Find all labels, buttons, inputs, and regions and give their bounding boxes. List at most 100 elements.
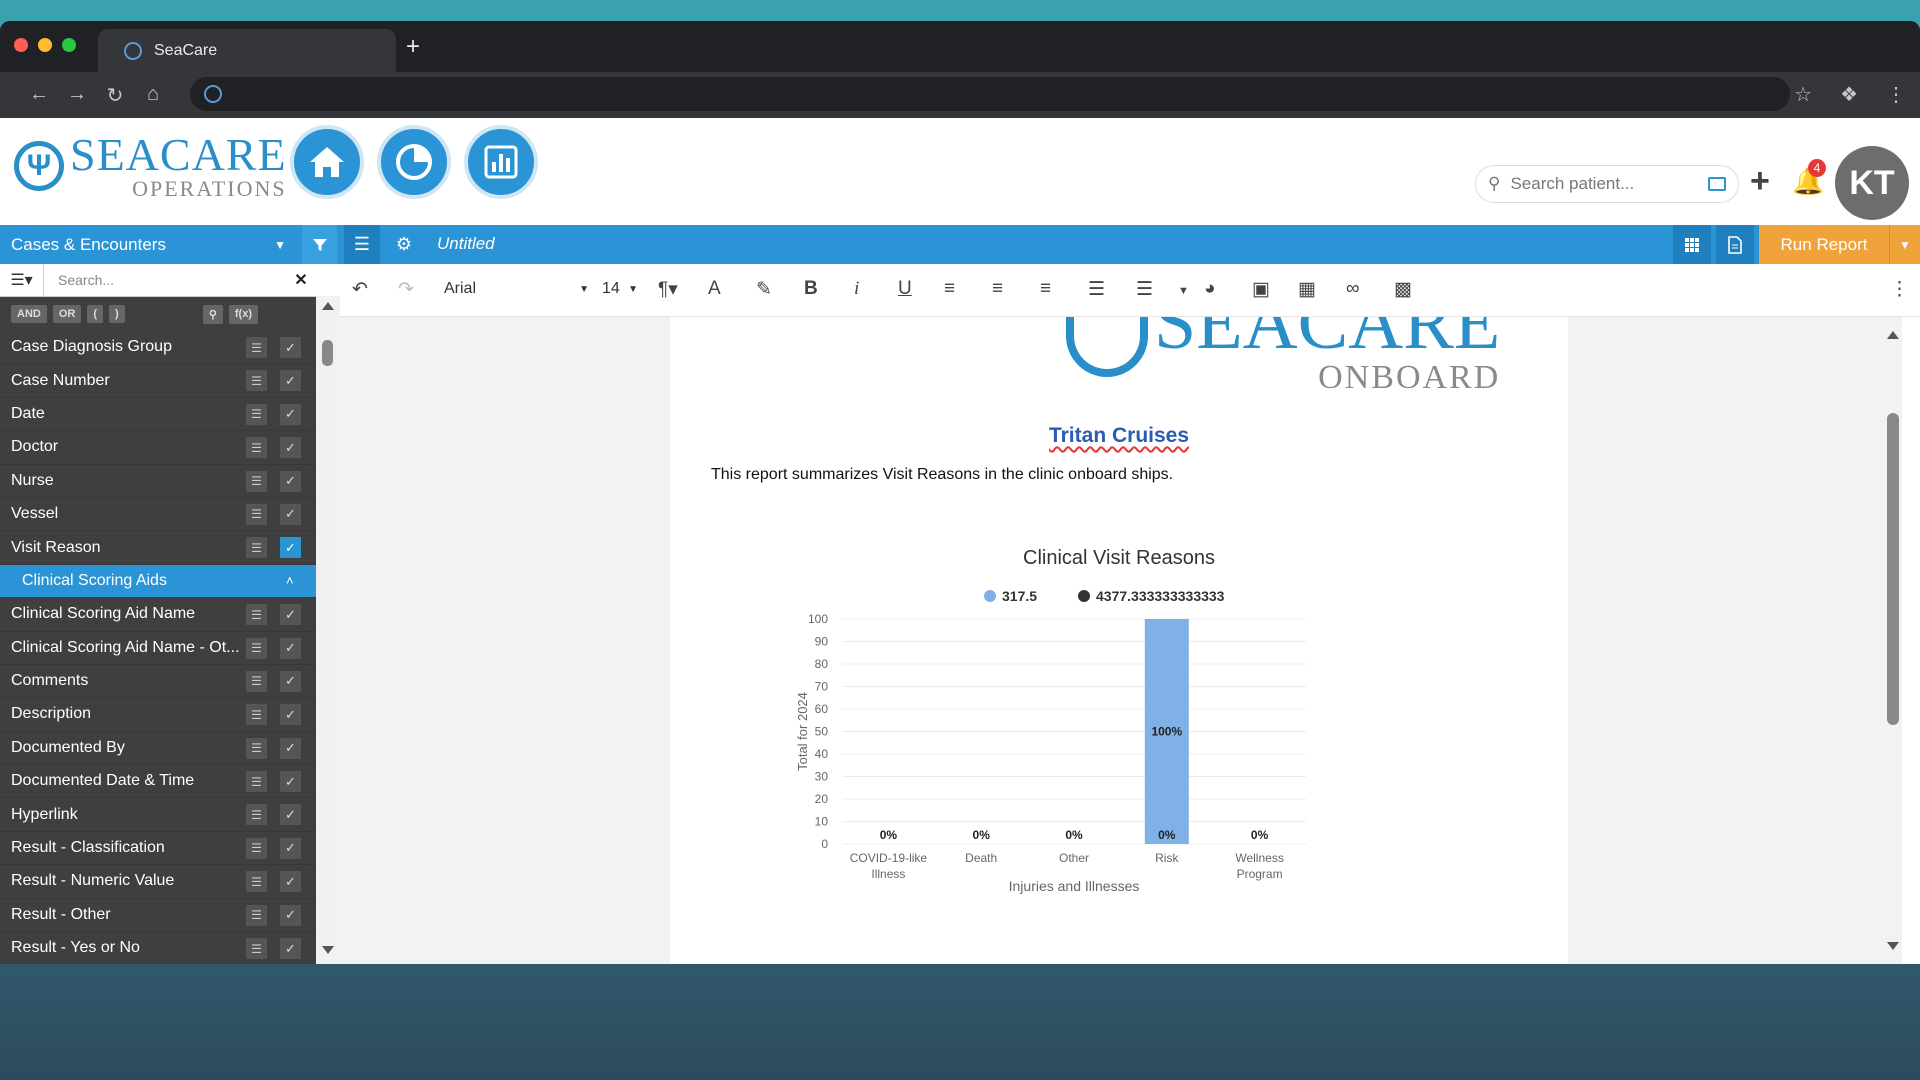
address-bar[interactable] <box>190 77 1790 111</box>
filter-button[interactable] <box>302 225 337 264</box>
browser-tab[interactable]: SeaCare <box>98 29 396 72</box>
field-group-header[interactable]: Clinical Scoring Aids ˄ <box>0 564 316 599</box>
field-row[interactable]: Comments ☰ ✓ <box>0 665 316 699</box>
scroll-thumb[interactable] <box>322 340 333 366</box>
field-menu-button[interactable]: ☰▾ <box>0 263 44 297</box>
field-options-icon[interactable]: ☰ <box>246 503 267 525</box>
scroll-thumb[interactable] <box>1887 413 1899 725</box>
list-view-button[interactable]: ☰ <box>344 225 380 264</box>
field-row[interactable]: Result - Yes or No ☰ ✓ <box>0 932 316 961</box>
reload-icon[interactable]: ↻ <box>96 83 134 108</box>
redo-icon[interactable]: ↷ <box>398 278 414 301</box>
field-checkbox[interactable]: ✓ <box>280 871 301 893</box>
field-row[interactable]: Visit Reason ☰ ✓ <box>0 531 316 565</box>
align-right-icon[interactable]: ≡ <box>1040 278 1051 300</box>
settings-button[interactable]: ⚙ <box>384 225 424 264</box>
field-row[interactable]: Description ☰ ✓ <box>0 698 316 732</box>
field-options-icon[interactable]: ☰ <box>246 737 267 759</box>
extensions-icon[interactable]: ❖ <box>1840 82 1858 107</box>
scroll-down-icon[interactable] <box>322 946 334 954</box>
field-checkbox[interactable]: ✓ <box>280 704 301 726</box>
image-insert-icon[interactable]: ▣ <box>1252 278 1270 301</box>
id-card-icon[interactable] <box>1708 177 1726 191</box>
browser-menu-icon[interactable]: ⋮ <box>1886 82 1906 107</box>
undo-icon[interactable]: ↶ <box>352 278 368 301</box>
dataset-dropdown[interactable]: Cases & Encounters ▼ <box>0 225 298 264</box>
align-center-icon[interactable]: ≡ <box>992 278 1003 300</box>
seacare-logo[interactable]: Ψ SEACARE OPERATIONS <box>14 132 287 200</box>
field-checkbox[interactable]: ✓ <box>280 804 301 826</box>
italic-icon[interactable]: i <box>854 278 859 300</box>
dashboard-nav-button[interactable] <box>377 125 451 199</box>
field-row[interactable]: Hyperlink ☰ ✓ <box>0 798 316 832</box>
close-window-button[interactable] <box>14 38 28 52</box>
run-report-button[interactable]: Run Report <box>1759 225 1889 264</box>
field-row[interactable]: Clinical Scoring Aid Name ☰ ✓ <box>0 598 316 632</box>
table-insert-icon[interactable]: ▦ <box>1298 278 1316 301</box>
report-title[interactable]: Tritan Cruises <box>670 424 1568 448</box>
paragraph-icon[interactable]: ¶▾ <box>658 278 678 301</box>
visit-reasons-chart[interactable]: Clinical Visit Reasons 317.5 4377.33333333… <box>670 517 1568 964</box>
field-checkbox[interactable]: ✓ <box>280 904 301 926</box>
field-options-icon[interactable]: ☰ <box>246 437 267 459</box>
field-row[interactable]: Date ☰ ✓ <box>0 398 316 432</box>
field-options-icon[interactable]: ☰ <box>246 370 267 392</box>
file-image-icon[interactable]: ▩ <box>1394 278 1412 301</box>
reports-nav-button[interactable] <box>464 125 538 199</box>
maximize-window-button[interactable] <box>62 38 76 52</box>
sidebar-scrollbar[interactable] <box>316 296 340 964</box>
new-tab-button[interactable]: + <box>406 33 420 61</box>
field-row[interactable]: Result - Classification ☰ ✓ <box>0 832 316 866</box>
forward-icon[interactable]: → <box>58 83 96 108</box>
field-row[interactable]: Clinical Scoring Aid Name - Ot... ☰ ✓ <box>0 632 316 665</box>
and-operator-button[interactable]: AND <box>11 305 47 323</box>
field-row[interactable]: Vessel ☰ ✓ <box>0 498 316 532</box>
field-checkbox[interactable]: ✓ <box>280 403 301 425</box>
formula-icon[interactable]: f(x) <box>228 304 258 324</box>
align-left-icon[interactable]: ≡ <box>944 278 955 300</box>
open-paren-button[interactable]: ( <box>87 305 104 323</box>
font-size-select[interactable]: 14 ▼ <box>602 280 638 298</box>
field-options-icon[interactable]: ☰ <box>246 804 267 826</box>
numbered-list-icon[interactable]: ☰ <box>1136 278 1153 301</box>
field-options-icon[interactable]: ☰ <box>246 537 267 559</box>
report-body[interactable]: This report summarizes Visit Reasons in … <box>711 466 1173 484</box>
field-row[interactable]: Documented Date & Time ☰ ✓ <box>0 765 316 799</box>
grid-view-button[interactable] <box>1673 225 1711 264</box>
field-checkbox[interactable]: ✓ <box>280 337 301 358</box>
document-scrollbar[interactable] <box>1884 317 1902 964</box>
field-checkbox[interactable]: ✓ <box>280 771 301 793</box>
field-checkbox[interactable]: ✓ <box>280 537 301 559</box>
field-options-icon[interactable]: ☰ <box>246 403 267 425</box>
home-nav-button[interactable] <box>290 125 364 199</box>
document-canvas[interactable]: SEACARE ONBOARD Tritan Cruises This repo… <box>340 317 1902 964</box>
text-color-icon[interactable]: A <box>708 278 721 300</box>
field-options-icon[interactable]: ☰ <box>246 637 267 659</box>
field-options-icon[interactable]: ☰ <box>246 938 267 960</box>
underline-icon[interactable]: U <box>898 278 912 300</box>
close-paren-button[interactable]: ) <box>109 305 125 323</box>
run-options-dropdown[interactable]: ▼ <box>1889 225 1920 264</box>
report-page[interactable]: SEACARE ONBOARD Tritan Cruises This repo… <box>670 317 1568 964</box>
highlight-icon[interactable]: ✎ <box>756 278 772 301</box>
field-row[interactable]: Result - Other ☰ ✓ <box>0 899 316 933</box>
more-options-icon[interactable]: ⋮ <box>1890 278 1909 301</box>
field-checkbox[interactable]: ✓ <box>280 837 301 859</box>
field-row[interactable]: Documented By ☰ ✓ <box>0 732 316 766</box>
user-avatar[interactable]: KT <box>1835 146 1909 220</box>
field-checkbox[interactable]: ✓ <box>280 470 301 492</box>
patient-search-input[interactable]: ⚲ Search patient... <box>1475 165 1739 203</box>
field-checkbox[interactable]: ✓ <box>280 670 301 692</box>
field-checkbox[interactable]: ✓ <box>280 503 301 525</box>
field-options-icon[interactable]: ☰ <box>246 604 267 626</box>
field-row[interactable]: Doctor ☰ ✓ <box>0 431 316 465</box>
field-row[interactable]: Result - Numeric Value ☰ ✓ <box>0 865 316 899</box>
or-operator-button[interactable]: OR <box>52 305 82 323</box>
field-checkbox[interactable]: ✓ <box>280 604 301 626</box>
field-checkbox[interactable]: ✓ <box>280 938 301 960</box>
list-options-icon[interactable]: ▼ <box>1178 285 1189 297</box>
field-options-icon[interactable]: ☰ <box>246 470 267 492</box>
field-options-icon[interactable]: ☰ <box>246 670 267 692</box>
field-row[interactable]: Case Diagnosis Group ☰ ✓ <box>0 331 316 365</box>
field-row[interactable]: Nurse ☰ ✓ <box>0 465 316 498</box>
